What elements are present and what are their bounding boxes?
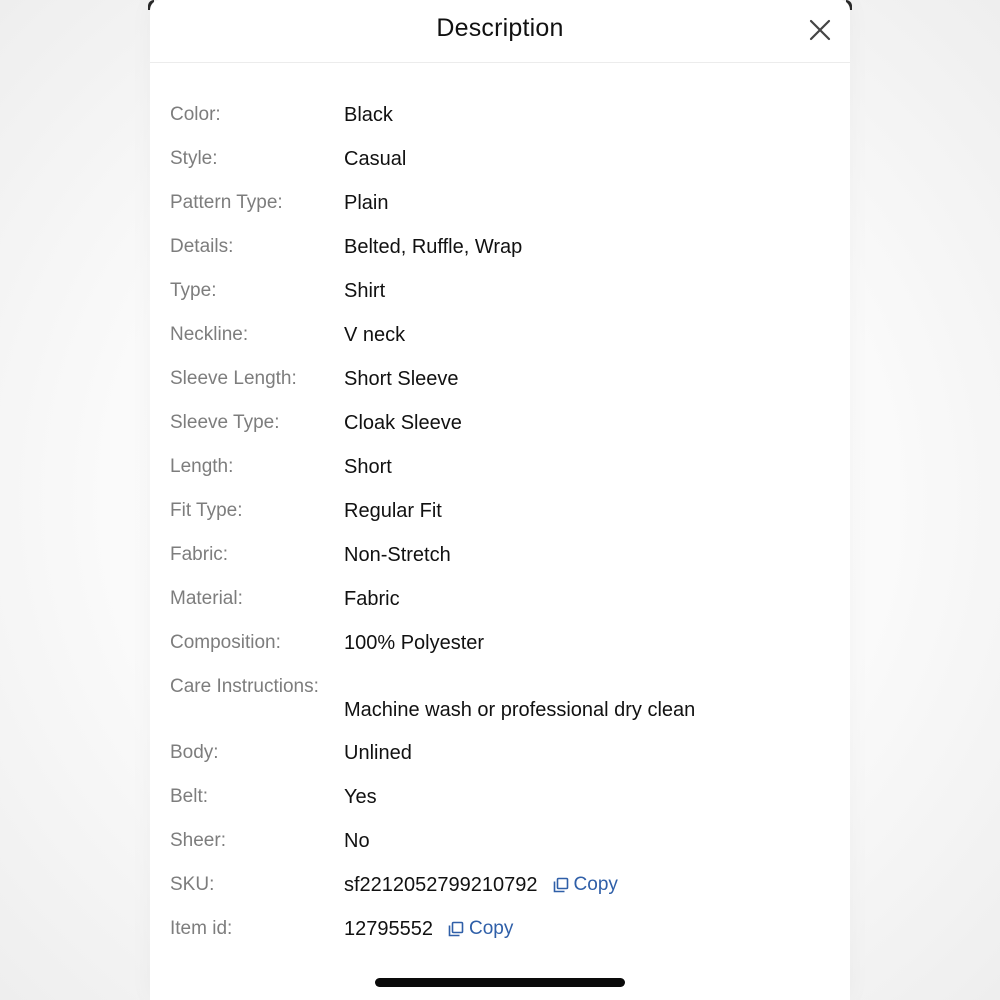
attribute-value: Fabric bbox=[344, 588, 400, 610]
attribute-row-fabric: Fabric: Non-Stretch bbox=[170, 533, 830, 577]
sku-label: SKU: bbox=[170, 874, 215, 895]
close-icon bbox=[809, 19, 831, 41]
attribute-value: Belted, Ruffle, Wrap bbox=[344, 236, 523, 258]
attribute-row-sku: SKU: sf2212052799210792 Copy bbox=[170, 863, 830, 907]
item-id-label: Item id: bbox=[170, 918, 233, 939]
attribute-value: Casual bbox=[344, 148, 407, 170]
item-id-value: 12795552 bbox=[344, 918, 433, 940]
attribute-label: Details: bbox=[170, 236, 234, 257]
attribute-value: Short bbox=[344, 456, 392, 478]
home-indicator[interactable] bbox=[375, 978, 625, 987]
attribute-row-details: Details: Belted, Ruffle, Wrap bbox=[170, 225, 830, 269]
attribute-value: Short Sleeve bbox=[344, 368, 459, 390]
attribute-row-material: Material: Fabric bbox=[170, 577, 830, 621]
attribute-value: Yes bbox=[344, 786, 377, 808]
attribute-value: Plain bbox=[344, 192, 389, 214]
attribute-row-neckline: Neckline: V neck bbox=[170, 313, 830, 357]
sku-value-group: sf2212052799210792 Copy bbox=[344, 873, 618, 897]
copy-icon bbox=[448, 921, 464, 937]
attribute-label: Sheer: bbox=[170, 830, 226, 851]
attribute-label: Body: bbox=[170, 742, 219, 763]
attribute-value: Unlined bbox=[344, 742, 412, 764]
attribute-row-item-id: Item id: 12795552 Copy bbox=[170, 907, 830, 951]
sheet-header: Description bbox=[150, 0, 850, 63]
page-title: Description bbox=[436, 14, 564, 42]
attribute-row-belt: Belt: Yes bbox=[170, 775, 830, 819]
attribute-label: Style: bbox=[170, 148, 218, 169]
copy-item-id-button[interactable]: Copy bbox=[447, 917, 513, 941]
attribute-value: No bbox=[344, 830, 370, 852]
attribute-value: V neck bbox=[344, 324, 406, 346]
copy-icon bbox=[553, 877, 568, 893]
attribute-row-fit-type: Fit Type: Regular Fit bbox=[170, 489, 830, 533]
attribute-value: Machine wash or professional dry clean bbox=[344, 699, 696, 721]
attribute-label: Composition: bbox=[170, 632, 281, 653]
attribute-label: Care Instructions: bbox=[170, 676, 319, 697]
item-id-value-group: 12795552 Copy bbox=[344, 917, 513, 941]
attribute-row-style: Style: Casual bbox=[170, 137, 830, 181]
attribute-row-color: Color: Black bbox=[170, 93, 830, 137]
attribute-value: Cloak Sleeve bbox=[344, 412, 462, 434]
attribute-value: Regular Fit bbox=[344, 500, 442, 522]
attribute-label: Color: bbox=[170, 104, 221, 125]
attribute-label: Belt: bbox=[170, 786, 209, 807]
description-sheet: Description Color: Black Style: Casual P… bbox=[150, 0, 850, 1000]
attribute-row-sleeve-length: Sleeve Length: Short Sleeve bbox=[170, 357, 830, 401]
attribute-row-pattern-type: Pattern Type: Plain bbox=[170, 181, 830, 225]
attribute-row-sleeve-type: Sleeve Type: Cloak Sleeve bbox=[170, 401, 830, 445]
attribute-label: Type: bbox=[170, 280, 217, 301]
attribute-value: Non-Stretch bbox=[344, 544, 451, 566]
attribute-row-composition: Composition: 100% Polyester bbox=[170, 621, 830, 665]
attribute-label: Fit Type: bbox=[170, 500, 243, 521]
attribute-label: Material: bbox=[170, 588, 243, 609]
copy-item-id-label: Copy bbox=[468, 918, 514, 939]
attribute-label: Sleeve Type: bbox=[170, 412, 280, 433]
attribute-row-body: Body: Unlined bbox=[170, 731, 830, 775]
attribute-value: Black bbox=[344, 104, 393, 126]
attribute-value: Shirt bbox=[344, 280, 386, 302]
attribute-row-length: Length: Short bbox=[170, 445, 830, 489]
attribute-label: Neckline: bbox=[170, 324, 249, 345]
attribute-label: Length: bbox=[170, 456, 234, 477]
attribute-label: Fabric: bbox=[170, 544, 229, 565]
attribute-list: Color: Black Style: Casual Pattern Type:… bbox=[170, 93, 830, 951]
close-button[interactable] bbox=[805, 15, 835, 45]
attribute-value: 100% Polyester bbox=[344, 632, 485, 654]
attribute-label: Sleeve Length: bbox=[170, 368, 297, 389]
copy-sku-button[interactable]: Copy bbox=[552, 873, 618, 897]
attribute-row-care-instructions: Care Instructions: Machine wash or profe… bbox=[170, 665, 830, 731]
attribute-label: Pattern Type: bbox=[170, 192, 283, 213]
attribute-row-sheer: Sheer: No bbox=[170, 819, 830, 863]
copy-sku-label: Copy bbox=[573, 874, 618, 895]
attribute-row-type: Type: Shirt bbox=[170, 269, 830, 313]
sku-value: sf2212052799210792 bbox=[344, 874, 538, 896]
